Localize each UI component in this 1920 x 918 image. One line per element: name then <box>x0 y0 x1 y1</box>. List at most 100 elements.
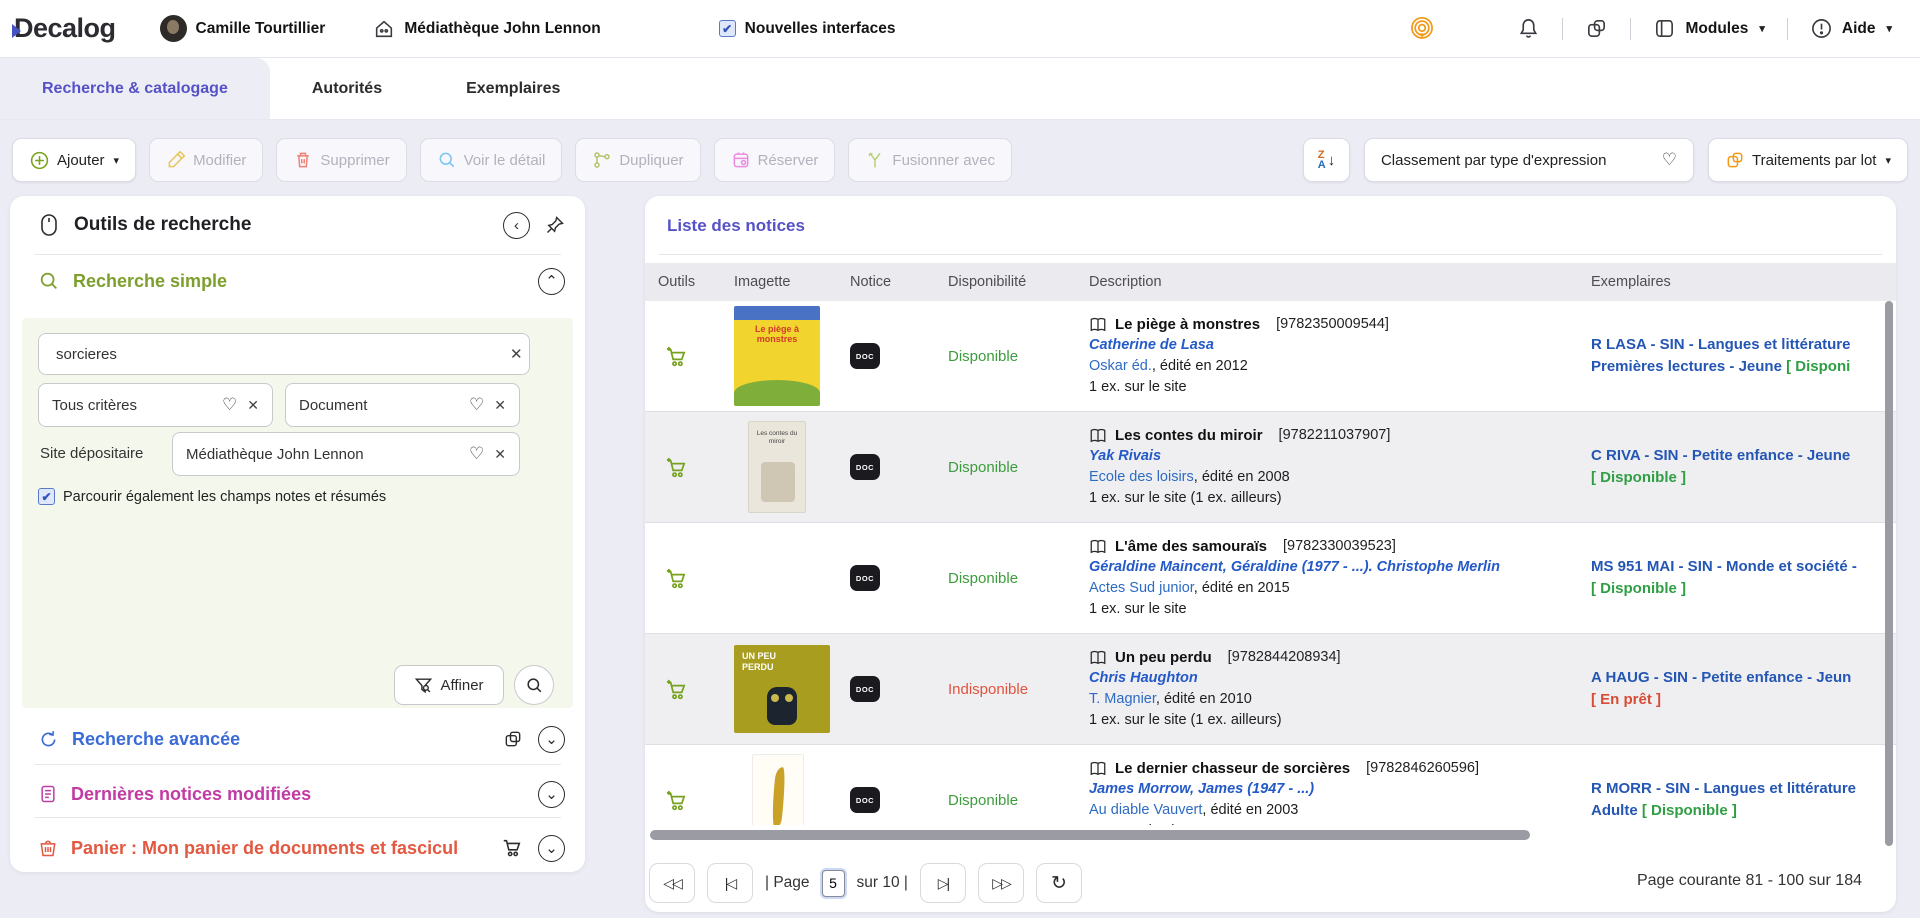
reserve-button[interactable]: Réserver <box>714 138 836 182</box>
run-search-button[interactable] <box>514 665 554 705</box>
book-cover[interactable]: Le piège à monstres <box>734 306 820 406</box>
expand-section-icon[interactable]: ⌄ <box>538 726 565 753</box>
record-authors[interactable]: James Morrow, James (1947 - ...) <box>1089 779 1591 800</box>
help-menu[interactable]: Aide ▾ <box>1810 17 1892 40</box>
page-next-button[interactable]: ▷| <box>920 863 966 903</box>
record-authors[interactable]: Catherine de Lasa <box>1089 335 1591 356</box>
page-number-input[interactable] <box>822 870 845 897</box>
pin-icon[interactable] <box>545 215 565 235</box>
duplicate-button[interactable]: Dupliquer <box>575 138 700 182</box>
record-holdings[interactable]: A HAUG - SIN - Petite enfance - Jeun [ E… <box>1591 667 1896 711</box>
record-holdings[interactable]: R MORR - SIN - Langues et littérature Ad… <box>1591 778 1896 822</box>
last-records-section[interactable]: Dernières notices modifiées ⌄ <box>10 768 585 820</box>
favorite-heart-icon[interactable]: ♡ <box>469 444 484 464</box>
clear-doctype-icon[interactable]: ✕ <box>494 397 506 414</box>
add-to-cart-icon[interactable] <box>665 345 688 368</box>
criteria-dropdown[interactable]: Tous critères ♡ ✕ <box>38 383 273 427</box>
refresh-list-button[interactable]: ↻ <box>1036 863 1082 903</box>
page-back-fast-button[interactable]: ◁◁ <box>649 863 695 903</box>
modules-menu[interactable]: Modules ▾ <box>1653 17 1764 40</box>
record-publisher[interactable]: Oskar éd. <box>1089 358 1152 374</box>
record-authors[interactable]: Chris Haughton <box>1089 668 1591 689</box>
pagination: ◁◁ |◁ | Page sur 10 | ▷| ▷▷ ↻ <box>649 862 1082 904</box>
cart-icon[interactable] <box>501 837 523 859</box>
table-row[interactable]: DOC Disponible L'âme des samouraïs [9782… <box>645 523 1896 634</box>
favorite-heart-icon[interactable]: ♡ <box>1662 150 1677 170</box>
record-publisher[interactable]: Ecole des loisirs <box>1089 469 1194 485</box>
advanced-search-section[interactable]: Recherche avancée ⌄ <box>10 713 585 765</box>
delete-button[interactable]: Supprimer <box>276 138 406 182</box>
record-title[interactable]: L'âme des samouraïs <box>1115 536 1267 557</box>
availability: Disponible <box>948 792 1089 809</box>
book-cover[interactable]: UN PEU PERDU <box>734 645 830 733</box>
record-title[interactable]: Le piège à monstres <box>1115 314 1260 335</box>
tab-recherche-catalogage[interactable]: Recherche & catalogage <box>0 58 270 119</box>
record-publisher[interactable]: T. Magnier <box>1089 691 1156 707</box>
record-authors[interactable]: Géraldine Maincent, Géraldine (1977 - ..… <box>1089 557 1591 578</box>
table-row[interactable]: UN PEU PERDU DOC Indisponible Un peu per… <box>645 634 1896 745</box>
batch-processing-button[interactable]: Traitements par lot ▾ <box>1708 138 1908 182</box>
tab-autorites[interactable]: Autorités <box>270 58 424 119</box>
table-row[interactable]: Le piège à monstres DOC Disponible Le pi… <box>645 301 1896 412</box>
add-to-cart-icon[interactable] <box>665 456 688 479</box>
sort-button[interactable]: Z A ↓ <box>1303 138 1350 182</box>
table-row[interactable]: Les contes du miroir DOC Disponible Les … <box>645 412 1896 523</box>
basket-section[interactable]: Panier : Mon panier de documents et fasc… <box>10 822 585 874</box>
doctype-dropdown[interactable]: Document ♡ ✕ <box>285 383 520 427</box>
add-to-cart-icon[interactable] <box>665 789 688 812</box>
expand-section-icon[interactable]: ⌄ <box>538 781 565 808</box>
holding-status: [ Disponi <box>1786 358 1850 375</box>
vertical-scrollbar[interactable] <box>1885 301 1893 846</box>
notifications-bell-icon[interactable] <box>1517 17 1540 40</box>
tab-exemplaires[interactable]: Exemplaires <box>424 58 602 119</box>
favorite-heart-icon[interactable]: ♡ <box>222 395 237 415</box>
page-forward-fast-button[interactable]: ▷▷ <box>978 863 1024 903</box>
simple-search-section-header[interactable]: Recherche simple ⌃ <box>10 255 585 307</box>
add-to-cart-icon[interactable] <box>665 567 688 590</box>
refine-button[interactable]: Affiner <box>394 665 504 705</box>
classement-select[interactable]: Classement par type d'expression ♡ <box>1364 138 1694 182</box>
search-input[interactable] <box>38 333 530 375</box>
column-header-notice: Notice <box>850 274 948 290</box>
page-first-button[interactable]: |◁ <box>707 863 753 903</box>
collapse-panel-icon[interactable]: ‹ <box>503 212 530 239</box>
new-interfaces-checkbox[interactable]: ✔ <box>719 20 736 37</box>
links-icon[interactable] <box>1585 17 1608 40</box>
clear-search-icon[interactable]: ✕ <box>510 345 523 363</box>
expand-section-icon[interactable]: ⌄ <box>538 835 565 862</box>
copy-icon[interactable] <box>503 729 523 749</box>
record-holdings[interactable]: C RIVA - SIN - Petite enfance - Jeune [ … <box>1591 445 1896 489</box>
edit-button[interactable]: Modifier <box>149 138 263 182</box>
clear-site-icon[interactable]: ✕ <box>494 446 506 463</box>
user-menu[interactable]: Camille Tourtillier <box>160 15 326 42</box>
record-title[interactable]: Les contes du miroir <box>1115 425 1263 446</box>
notes-checkbox[interactable]: ✔ <box>38 488 55 505</box>
book-cover[interactable] <box>752 754 804 825</box>
record-publisher[interactable]: Actes Sud junior <box>1089 580 1194 596</box>
record-title[interactable]: Le dernier chasseur de sorcières <box>1115 758 1350 779</box>
column-header-outils: Outils <box>645 274 734 290</box>
collapse-section-icon[interactable]: ⌃ <box>538 268 565 295</box>
horizontal-scrollbar[interactable] <box>650 830 1530 840</box>
book-cover[interactable]: Les contes du miroir <box>748 421 806 513</box>
cycle-icon <box>38 729 59 750</box>
record-holdings[interactable]: MS 951 MAI - SIN - Monde et société - [ … <box>1591 556 1896 600</box>
record-authors[interactable]: Yak Rivais <box>1089 446 1591 467</box>
book-icon <box>1089 760 1107 778</box>
record-title[interactable]: Un peu perdu <box>1115 647 1212 668</box>
view-detail-button[interactable]: Voir le détail <box>420 138 563 182</box>
merge-button[interactable]: Fusionner avec <box>848 138 1012 182</box>
table-row[interactable]: DOC Disponible Le dernier chasseur de so… <box>645 745 1896 825</box>
favorite-heart-icon[interactable]: ♡ <box>469 395 484 415</box>
record-holdings[interactable]: R LASA - SIN - Langues et littérature Pr… <box>1591 334 1896 378</box>
record-publisher[interactable]: Au diable Vauvert <box>1089 802 1202 818</box>
new-interfaces-toggle[interactable]: ✔ Nouvelles interfaces <box>719 20 896 38</box>
radar-icon[interactable] <box>1409 16 1435 42</box>
add-to-cart-icon[interactable] <box>665 678 688 701</box>
criteria-value: Tous critères <box>52 397 212 414</box>
site-dropdown[interactable]: Médiathèque John Lennon ♡ ✕ <box>172 432 520 476</box>
add-button[interactable]: Ajouter ▾ <box>12 138 136 182</box>
library-menu[interactable]: Médiathèque John Lennon <box>373 18 600 40</box>
clear-criteria-icon[interactable]: ✕ <box>247 397 259 414</box>
modified-records-icon <box>38 784 58 804</box>
